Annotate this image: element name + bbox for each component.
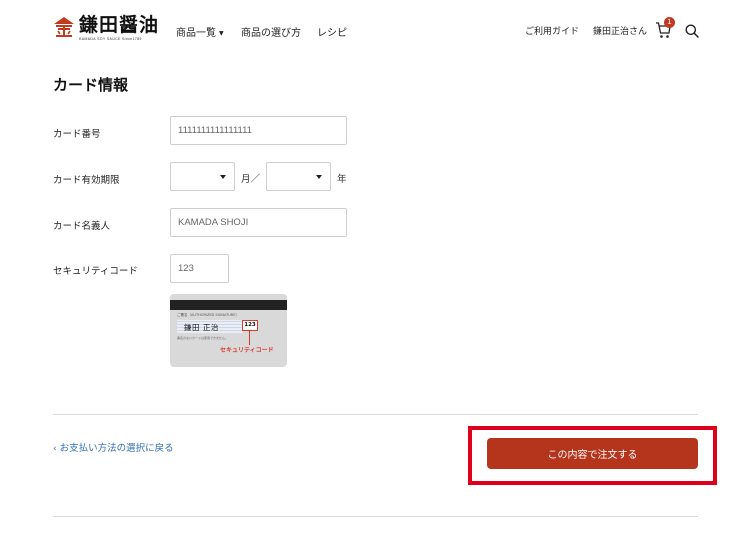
nav-item-recipes-label: レシピ	[317, 28, 347, 39]
back-to-payment-link[interactable]: ‹ お支払い方法の選択に戻る	[53, 440, 174, 454]
logo-title: 鎌田醤油	[79, 14, 160, 36]
divider-bottom	[53, 516, 698, 517]
signature-name: 鎌田 正治	[184, 323, 219, 332]
cvv-leader-line	[249, 331, 250, 345]
nav-item-recipes[interactable]: レシピ	[317, 24, 347, 39]
card-back-illustration: ご署名（AUTHORIZED SIGNATURE） 鎌田 正治 123 署名のな…	[170, 294, 287, 367]
expiry-month-select[interactable]	[170, 162, 235, 191]
magnetic-stripe	[170, 300, 287, 310]
security-code-label: セキュリティコード	[53, 266, 138, 277]
nav-item-products[interactable]: 商品一覧 ▼	[176, 24, 224, 39]
cvv-box: 123	[242, 320, 258, 331]
chevron-down-icon	[316, 175, 322, 179]
card-holder-input[interactable]: KAMADA SHOJI	[170, 208, 347, 237]
card-number-value: 1111111111111111	[178, 125, 252, 136]
security-code-input[interactable]: 123	[170, 254, 229, 283]
search-icon[interactable]	[685, 24, 699, 38]
back-link-label: お支払い方法の選択に戻る	[59, 443, 174, 454]
cart-count-badge: 1	[664, 17, 675, 28]
signature-caption: ご署名（AUTHORIZED SIGNATURE）	[177, 313, 239, 317]
expiry-year-select[interactable]	[266, 162, 331, 191]
card-number-input[interactable]: 1111111111111111	[170, 116, 347, 145]
logo-subtitle: KAMADA SOY SAUCE Since1789	[79, 37, 142, 41]
expiry-year-unit: 年	[337, 174, 347, 185]
divider-top	[53, 414, 698, 415]
caret-down-icon: ▼	[219, 30, 224, 37]
chevron-down-icon	[220, 175, 226, 179]
card-number-label: カード番号	[53, 129, 101, 140]
nav-item-products-label: 商品一覧	[176, 28, 216, 39]
card-holder-label: カード名義人	[53, 221, 111, 232]
nav-guide-link[interactable]: ご利用ガイド	[525, 24, 579, 37]
security-code-value: 123	[178, 263, 194, 274]
nav-user-account[interactable]: 鎌田正治さん	[593, 24, 647, 37]
nav-item-how-to-choose-label: 商品の選び方	[241, 28, 301, 39]
site-logo[interactable]: 鎌田醤油 KAMADA SOY SAUCE Since1789	[53, 15, 159, 41]
signature-note: 署名のないカードは使用できません。	[177, 336, 228, 340]
cvv-caption: セキュリティコード	[220, 347, 274, 354]
guide-link-label: ご利用ガイド	[525, 27, 580, 37]
submit-order-button[interactable]: この内容で注文する	[487, 438, 698, 469]
nav-item-how-to-choose[interactable]: 商品の選び方	[241, 24, 301, 39]
submit-order-label: この内容で注文する	[547, 450, 638, 461]
card-expiry-label: カード有効期限	[53, 175, 120, 186]
user-account-label: 鎌田正治さん	[593, 27, 648, 37]
chevron-left-icon: ‹	[53, 444, 57, 454]
logo-mark-icon	[54, 17, 74, 37]
expiry-month-unit: 月／	[241, 174, 261, 185]
card-holder-value: KAMADA SHOJI	[178, 217, 249, 228]
card-info-title: カード情報	[53, 76, 129, 94]
